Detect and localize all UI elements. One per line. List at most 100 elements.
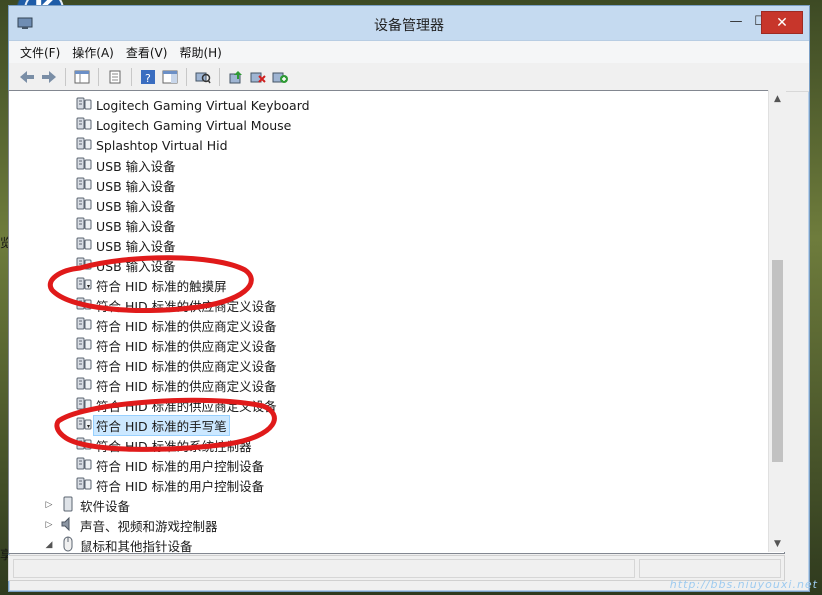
hid-device-icon (75, 316, 96, 335)
tree-item-label: Splashtop Virtual Hid (96, 137, 228, 153)
tree-item-category[interactable]: ▷ 软件设备 (43, 495, 130, 515)
hid-device-icon (75, 336, 96, 355)
hid-device-icon (75, 256, 96, 275)
tree-item-category[interactable]: ◢ 鼠标和其他指针设备 (43, 535, 193, 554)
tree-item-category[interactable]: ▷ 声音、视频和游戏控制器 (43, 515, 218, 535)
hid-device-icon (75, 296, 96, 315)
toolbar-divider (65, 68, 66, 86)
tree-item-label: Logitech Gaming Virtual Keyboard (96, 97, 310, 113)
tree-item-device[interactable]: 符合 HID 标准的供应商定义设备 (75, 315, 277, 335)
uninstall-device-icon[interactable] (248, 67, 268, 87)
hid-device-icon (75, 396, 96, 415)
title-bar[interactable]: 设备管理器 — ☐ ✕ (9, 6, 809, 41)
show-hide-pane-icon[interactable] (160, 67, 180, 87)
console-tree-icon[interactable] (72, 67, 92, 87)
tree-item-label: 符合 HID 标准的供应商定义设备 (96, 338, 277, 354)
hid-device-disabled-icon (75, 276, 96, 295)
tree-item-device[interactable]: 符合 HID 标准的系统控制器 (75, 435, 252, 455)
toolbar-divider (219, 68, 220, 86)
tree-item-label: 符合 HID 标准的系统控制器 (96, 438, 252, 454)
hid-device-icon (75, 216, 96, 235)
tree-item-label: 鼠标和其他指针设备 (80, 538, 193, 554)
tree-item-label: 符合 HID 标准的供应商定义设备 (96, 318, 277, 334)
tree-item-label: 符合 HID 标准的手写笔 (93, 414, 230, 436)
tree-item-device[interactable]: USB 输入设备 (75, 195, 176, 215)
expand-arrow-icon[interactable]: ▷ (43, 520, 55, 530)
scrollbar-thumb[interactable] (772, 260, 783, 462)
forward-arrow-icon[interactable] (39, 67, 59, 87)
device-tree-view[interactable]: Logitech Gaming Virtual Keyboard Logitech… (8, 90, 785, 554)
minimize-button[interactable]: — (723, 11, 749, 31)
tree-item-label: 符合 HID 标准的触摸屏 (96, 278, 227, 294)
status-bar (8, 555, 785, 581)
tree-item-device[interactable]: 符合 HID 标准的供应商定义设备 (75, 375, 277, 395)
tree-item-label: USB 输入设备 (96, 218, 176, 234)
hid-device-icon (75, 116, 96, 135)
enable-device-icon[interactable] (270, 67, 290, 87)
svg-text:?: ? (145, 72, 151, 85)
mouse-icon (59, 536, 80, 554)
hid-device-icon (75, 456, 96, 475)
tree-item-device[interactable]: 符合 HID 标准的供应商定义设备 (75, 395, 277, 415)
toolbar-divider (98, 68, 99, 86)
tree-item-label: 符合 HID 标准的供应商定义设备 (96, 398, 277, 414)
toolbar-divider (186, 68, 187, 86)
expand-arrow-icon[interactable]: ▷ (43, 500, 55, 510)
tree-item-device[interactable]: Logitech Gaming Virtual Keyboard (75, 95, 310, 115)
tree-item-device[interactable]: USB 输入设备 (75, 215, 176, 235)
scroll-up-arrow-icon[interactable]: ▲ (769, 90, 786, 107)
hid-device-icon (75, 196, 96, 215)
tree-item-label: USB 输入设备 (96, 198, 176, 214)
help-icon[interactable]: ? (138, 67, 158, 87)
back-arrow-icon[interactable] (17, 67, 37, 87)
menu-file[interactable]: 文件(F) (15, 44, 67, 61)
toolbar-divider (131, 68, 132, 86)
hid-device-icon (75, 236, 96, 255)
tree-item-device[interactable]: USB 输入设备 (75, 175, 176, 195)
hid-device-icon (75, 156, 96, 175)
tree-item-device[interactable]: USB 输入设备 (75, 235, 176, 255)
tree-item-label: 符合 HID 标准的供应商定义设备 (96, 298, 277, 314)
tree-item-device[interactable]: 符合 HID 标准的触摸屏 (75, 275, 227, 295)
properties-icon[interactable] (105, 67, 125, 87)
menu-bar: 文件(F) 操作(A) 查看(V) 帮助(H) (9, 41, 809, 63)
tree-item-label: USB 输入设备 (96, 238, 176, 254)
hid-device-icon (75, 136, 96, 155)
tree-item-label: USB 输入设备 (96, 178, 176, 194)
tree-item-device[interactable]: 符合 HID 标准的用户控制设备 (75, 475, 264, 495)
tree-item-device[interactable]: USB 输入设备 (75, 155, 176, 175)
tree-item-device[interactable]: 符合 HID 标准的用户控制设备 (75, 455, 264, 475)
tree-item-device[interactable]: 符合 HID 标准的手写笔 (75, 414, 230, 436)
tree-item-device[interactable]: 符合 HID 标准的供应商定义设备 (75, 295, 277, 315)
watermark: http://bbs.niuyouxi.net (669, 578, 818, 591)
status-pane (639, 559, 781, 578)
software-device-icon (59, 496, 80, 515)
menu-help[interactable]: 帮助(H) (174, 44, 228, 61)
scroll-down-arrow-icon[interactable]: ▼ (769, 535, 786, 552)
tree-item-device[interactable]: Logitech Gaming Virtual Mouse (75, 115, 291, 135)
tree-item-device[interactable]: 符合 HID 标准的供应商定义设备 (75, 355, 277, 375)
tree-item-device[interactable]: 符合 HID 标准的供应商定义设备 (75, 335, 277, 355)
status-pane (13, 559, 635, 578)
tree-item-label: Logitech Gaming Virtual Mouse (96, 117, 292, 133)
tree-item-device[interactable]: Splashtop Virtual Hid (75, 135, 228, 155)
menu-view[interactable]: 查看(V) (121, 44, 175, 61)
tree-item-label: 符合 HID 标准的供应商定义设备 (96, 358, 277, 374)
hid-device-icon (75, 176, 96, 195)
update-driver-icon[interactable] (226, 67, 246, 87)
hid-device-icon (75, 356, 96, 375)
hid-device-icon (75, 476, 96, 495)
vertical-scrollbar[interactable]: ▲ ▼ (768, 90, 786, 552)
hid-device-icon (75, 96, 96, 115)
toolbar: ? (9, 63, 809, 92)
tree-item-device[interactable]: USB 输入设备 (75, 255, 176, 275)
tree-item-label: USB 输入设备 (96, 258, 176, 274)
scan-hardware-icon[interactable] (193, 67, 213, 87)
menu-action[interactable]: 操作(A) (67, 44, 121, 61)
speaker-icon (59, 516, 80, 535)
tree-item-label: USB 输入设备 (96, 158, 176, 174)
tree-item-label: 符合 HID 标准的用户控制设备 (96, 458, 265, 474)
collapse-arrow-icon[interactable]: ◢ (43, 540, 55, 550)
close-button[interactable]: ✕ (761, 11, 803, 34)
tree-item-label: 符合 HID 标准的供应商定义设备 (96, 378, 277, 394)
